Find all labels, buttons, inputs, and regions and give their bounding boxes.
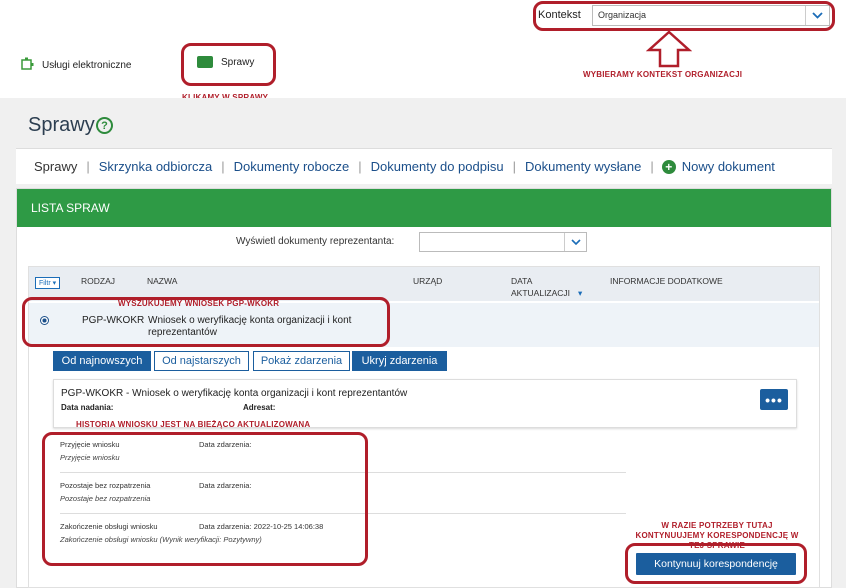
- tabs-bar: Sprawy | Skrzynka odbiorcza | Dokumenty …: [16, 148, 832, 184]
- sort-oldest-button[interactable]: Od najstarszych: [154, 351, 249, 371]
- new-document-button[interactable]: + Nowy dokument: [661, 159, 775, 174]
- annotation-search: WYSZUKUJEMY WNIOSEK PGP-WKOKR: [118, 299, 280, 308]
- representative-label: Wyświetl dokumenty reprezentanta:: [236, 236, 395, 247]
- context-highlight: [533, 1, 835, 31]
- arrow-up-icon: [646, 30, 692, 68]
- sort-arrow-icon: ▾: [578, 288, 583, 298]
- continue-highlight: [625, 543, 807, 584]
- plus-icon: +: [661, 159, 676, 174]
- filter-label: Filtr: [39, 280, 51, 287]
- new-document-label: Nowy dokument: [681, 159, 775, 174]
- sort-newest-button[interactable]: Od najnowszych: [53, 351, 151, 371]
- nav-uslugi-elektroniczne[interactable]: Usługi elektroniczne: [20, 57, 132, 74]
- representative-select[interactable]: [419, 232, 587, 252]
- chevron-down-icon[interactable]: [564, 233, 586, 251]
- tab-skrzynka-odbiorcza[interactable]: Skrzynka odbiorcza: [90, 159, 221, 174]
- tab-dokumenty-robocze[interactable]: Dokumenty robocze: [225, 159, 359, 174]
- tab-separator: |: [650, 159, 654, 174]
- column-nazwa[interactable]: NAZWA: [147, 276, 177, 286]
- column-urzad[interactable]: URZĄD: [413, 276, 442, 286]
- puzzle-icon: [20, 57, 34, 74]
- filter-button[interactable]: Filtr ▾: [35, 277, 61, 289]
- hide-events-button[interactable]: Ukryj zdarzenia: [352, 351, 447, 371]
- case-detail-addressee-label: Adresat:: [243, 403, 276, 412]
- nav-uslugi-label: Usługi elektroniczne: [42, 60, 132, 71]
- column-data-line1[interactable]: DATA: [511, 276, 532, 286]
- table-header: Filtr ▾ RODZAJ NAZWA URZĄD DATA AKTUALIZ…: [29, 267, 819, 301]
- sprawy-highlight: [181, 43, 276, 86]
- page-title: Sprawy: [28, 114, 95, 136]
- case-detail-title: PGP-WKOKR - Wniosek o weryfikację konta …: [61, 388, 408, 399]
- tab-dokumenty-do-podpisu[interactable]: Dokumenty do podpisu: [362, 159, 513, 174]
- tab-sprawy[interactable]: Sprawy: [16, 159, 86, 174]
- column-data-line2[interactable]: AKTUALIZACJI: [511, 288, 570, 298]
- more-options-button[interactable]: •••: [760, 389, 788, 410]
- panel-header: LISTA SPRAW: [17, 189, 831, 227]
- tab-dokumenty-wyslane[interactable]: Dokumenty wysłane: [516, 159, 650, 174]
- annotation-context: WYBIERAMY KONTEKST ORGANIZACJI: [583, 70, 743, 79]
- column-info[interactable]: INFORMACJE DODATKOWE: [610, 276, 723, 286]
- column-rodzaj[interactable]: RODZAJ: [81, 276, 115, 286]
- help-icon[interactable]: ?: [96, 117, 113, 134]
- show-events-button[interactable]: Pokaż zdarzenia: [253, 351, 350, 371]
- annotation-history: HISTORIA WNIOSKU JEST NA BIEŻĄCO AKTUALI…: [76, 420, 311, 429]
- history-highlight: [42, 432, 368, 566]
- case-detail-date-label: Data nadania:: [61, 403, 114, 412]
